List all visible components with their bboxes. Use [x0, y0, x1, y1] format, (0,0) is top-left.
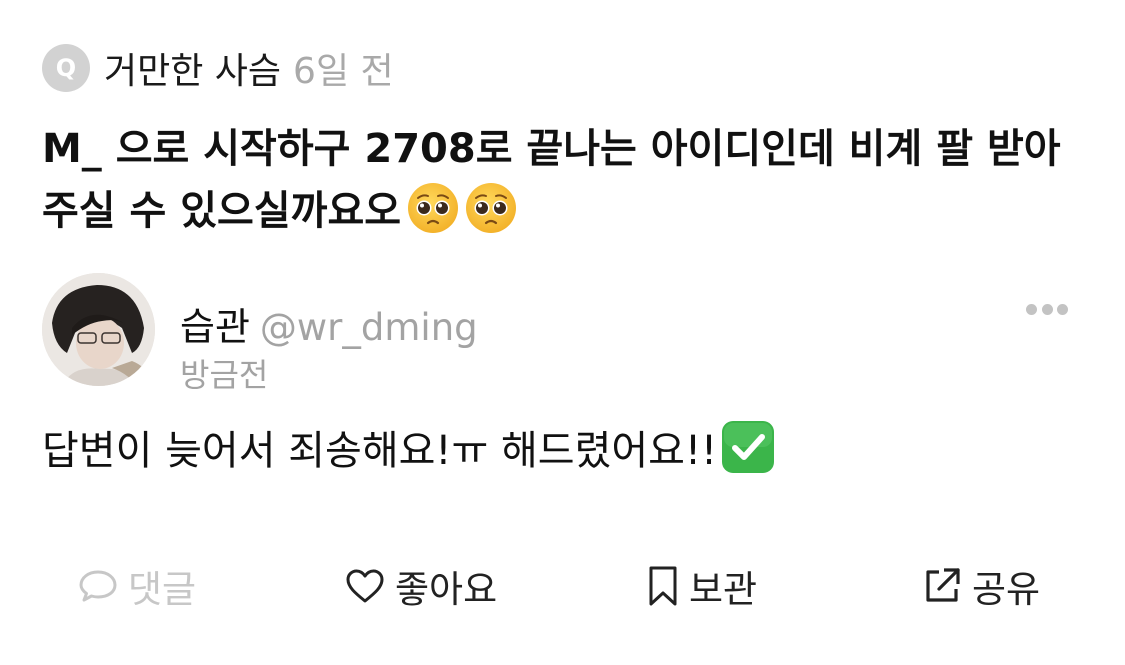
- question-header: Q 거만한 사슴 6일 전: [42, 44, 394, 92]
- check-mark-button-emoji: [722, 421, 775, 473]
- answer-author-name[interactable]: 습관: [180, 305, 250, 349]
- question-badge-icon: Q: [42, 44, 90, 92]
- answer-text-block: 답변이 늦어서 죄송해요!ㅠ 해드렸어요!!: [42, 420, 775, 479]
- question-text-block: M_ 으로 시작하구 2708로 끝나는 아이디인데 비계 팔 받아 주실 수 …: [42, 118, 1082, 242]
- save-label: 보관: [689, 568, 758, 611]
- answer-text: 답변이 늦어서 죄송해요!ㅠ 해드렸어요!!: [42, 428, 718, 474]
- heart-icon: [346, 569, 384, 603]
- question-author[interactable]: 거만한 사슴: [104, 42, 281, 94]
- comment-button[interactable]: 댓글: [78, 558, 196, 614]
- save-button[interactable]: 보관: [647, 558, 757, 614]
- pleading-face-emoji: [466, 183, 517, 233]
- answer-author-handle[interactable]: @wr_dming: [260, 306, 478, 349]
- question-time: 6일 전: [293, 51, 394, 92]
- bookmark-icon: [649, 566, 677, 606]
- share-button[interactable]: 공유: [922, 558, 1040, 614]
- share-label: 공유: [972, 568, 1041, 611]
- like-label: 좋아요: [395, 568, 498, 611]
- more-options-icon[interactable]: [1026, 302, 1068, 316]
- question-text: M_ 으로 시작하구 2708로 끝나는 아이디인데 비계 팔 받아 주실 수 …: [42, 126, 1061, 234]
- answer-time: 방금전: [180, 356, 269, 394]
- question-badge-letter: Q: [55, 54, 77, 82]
- share-external-icon: [926, 568, 960, 602]
- answer-avatar[interactable]: [42, 273, 155, 386]
- comment-bubble-icon: [79, 570, 117, 602]
- comment-label: 댓글: [128, 568, 197, 611]
- answer-author-line: 습관 @wr_dming: [180, 296, 478, 351]
- like-button[interactable]: 좋아요: [345, 558, 497, 614]
- pleading-face-emoji: [408, 183, 459, 233]
